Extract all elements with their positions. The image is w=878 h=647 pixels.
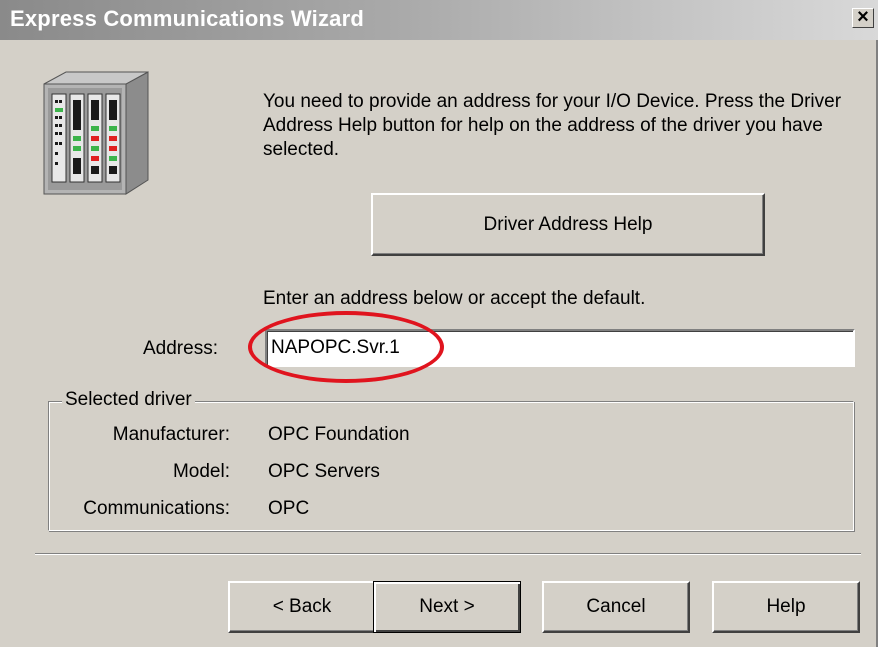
io-device-rack-icon [40,70,156,205]
manufacturer-value: OPC Foundation [268,424,410,445]
address-input[interactable]: NAPOPC.Svr.1 [265,329,855,367]
address-instruction: Enter an address below or accept the def… [263,288,646,309]
next-button[interactable]: Next > [373,581,521,633]
selected-driver-legend: Selected driver [62,389,195,411]
address-label: Address: [143,338,218,359]
button-separator [35,553,861,555]
communications-value: OPC [268,498,310,519]
help-button[interactable]: Help [712,581,860,633]
model-value: OPC Servers [268,461,380,482]
intro-text: You need to provide an address for your … [263,91,842,160]
title-bar[interactable]: Express Communications Wizard × [0,0,878,40]
communications-label: Communications: [83,498,230,519]
driver-address-help-button[interactable]: Driver Address Help [371,193,765,256]
manufacturer-label: Manufacturer: [112,424,230,445]
model-label: Model: [172,461,230,482]
wizard-window: Express Communications Wizard × You need… [0,0,878,647]
window-title: Express Communications Wizard [10,6,365,31]
close-icon: × [857,6,869,28]
cancel-button[interactable]: Cancel [542,581,690,633]
close-button[interactable]: × [852,6,874,28]
back-button[interactable]: < Back [228,581,376,633]
